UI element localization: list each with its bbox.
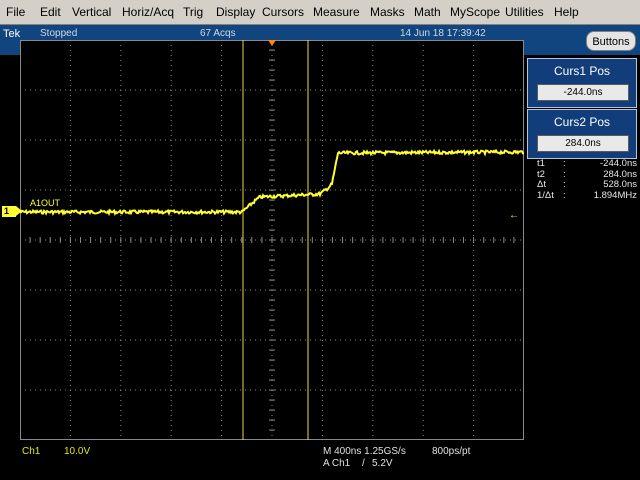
waveform-display[interactable] — [19, 39, 525, 441]
menu-help[interactable]: Help — [554, 5, 579, 19]
menu-display[interactable]: Display — [216, 5, 255, 19]
timebase-readout[interactable]: M 400ns 1.25GS/s — [323, 446, 406, 457]
menu-masks[interactable]: Masks — [370, 5, 405, 19]
trigger-level-arrow-icon[interactable]: ← — [509, 210, 519, 221]
readout-row: 1/Δt: 1.894MHz — [537, 189, 637, 202]
buttons-button[interactable]: Buttons — [586, 31, 636, 51]
readout-row: t1: -244.0ns — [537, 158, 637, 170]
readout-sep: : — [563, 179, 566, 190]
brand-label: Tek — [3, 28, 21, 40]
cursor-readout: t1: -244.0ns t2:284.0ns Δt:528.0ns 1/Δt:1… — [537, 158, 637, 202]
channel-scale[interactable]: 10.0V — [64, 446, 90, 457]
readout-value: 528.0ns — [603, 179, 637, 190]
menu-trig[interactable]: Trig — [183, 5, 203, 19]
menu-edit[interactable]: Edit — [40, 5, 61, 19]
channel-name[interactable]: Ch1 — [22, 446, 40, 457]
graticule — [19, 39, 525, 441]
menu-utilities[interactable]: Utilities — [505, 5, 544, 19]
readout-key: Δt — [537, 179, 546, 190]
date-time: 14 Jun 18 17:39:42 — [400, 28, 486, 39]
trigger-source[interactable]: A Ch1 — [323, 458, 350, 469]
acquisition-count: 67 Acqs — [200, 28, 236, 39]
menu-horiz-acq[interactable]: Horiz/Acq — [122, 5, 174, 19]
menu-cursors[interactable]: Cursors — [262, 5, 304, 19]
readout-sep: : — [563, 158, 566, 169]
cursor1-position-box[interactable]: Curs1 Pos -244.0ns — [527, 58, 637, 108]
readout-value: 1.894MHz — [593, 189, 637, 201]
trigger-slope-icon: / — [362, 458, 365, 469]
cursor1-title: Curs1 Pos — [553, 64, 611, 78]
trigger-level: 5.2V — [372, 458, 393, 469]
readout-sep: : — [563, 189, 566, 201]
trigger-position-icon[interactable] — [268, 40, 276, 46]
channel-label: A1OUT — [30, 198, 61, 208]
resolution-readout: 800ps/pt — [432, 446, 471, 457]
menu-bar: File Edit Vertical Horiz/Acq Trig Displa… — [0, 0, 640, 25]
readout-key: 1/Δt — [537, 189, 554, 201]
readout-value: -244.0ns — [600, 158, 637, 169]
readout-row: Δt: 528.0ns — [537, 179, 637, 191]
channel1-ground-marker[interactable]: 1 — [2, 206, 22, 217]
menu-file[interactable]: File — [6, 5, 25, 19]
readout-key: t1 — [537, 158, 545, 169]
acquisition-state: Stopped — [40, 28, 78, 39]
cursor2-value-field[interactable]: 284.0ns — [537, 135, 629, 152]
menu-measure[interactable]: Measure — [313, 5, 360, 19]
menu-math[interactable]: Math — [414, 5, 441, 19]
cursor2-position-box[interactable]: Curs2 Pos 284.0ns — [527, 109, 637, 159]
cursor1-value-field[interactable]: -244.0ns — [537, 84, 629, 101]
menu-myscope[interactable]: MyScope — [450, 5, 500, 19]
cursor2-title: Curs2 Pos — [553, 115, 611, 129]
menu-vertical[interactable]: Vertical — [72, 5, 111, 19]
